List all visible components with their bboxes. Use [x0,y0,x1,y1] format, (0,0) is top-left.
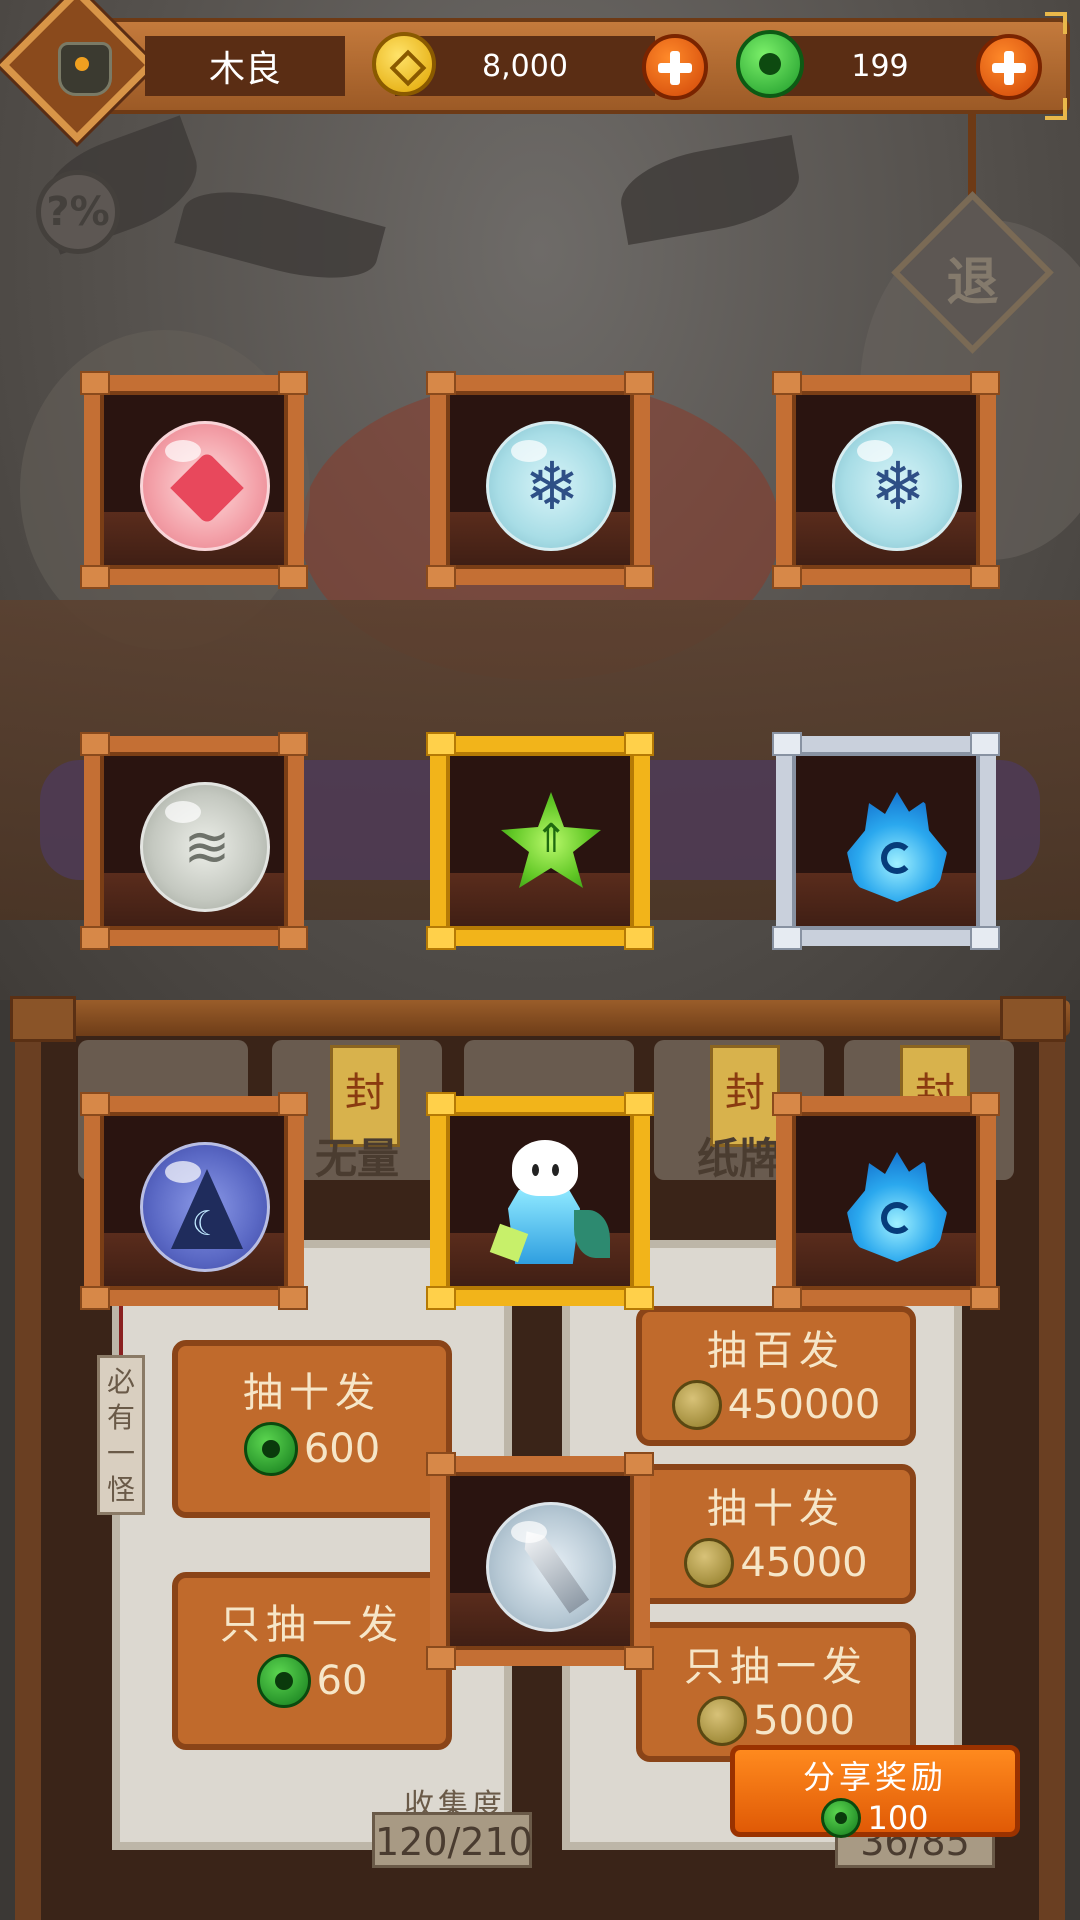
draw-title: 抽十发 [243,1370,381,1416]
draw-price: 60 [178,1654,446,1708]
gold-draw-ten-button[interactable]: 抽十发 45000 [636,1464,916,1604]
reward-card[interactable]: ❄ [772,371,1000,589]
draw-title: 抽十发 [707,1486,845,1532]
jade-coin-icon [736,30,804,98]
gold-coin-icon [372,32,436,96]
reward-card[interactable] [426,1092,654,1310]
draw-title: 抽百发 [707,1328,845,1374]
price-value: 600 [303,1426,381,1472]
share-price-value: 100 [867,1799,929,1837]
add-gold-button[interactable] [642,34,708,100]
share-title: 分享奖励 [802,1758,947,1796]
help-rates-button[interactable]: ?% [36,170,120,254]
share-reward-button[interactable]: 分享奖励 100 [730,1745,1020,1838]
collection-progress-left: 120/210 [372,1812,533,1868]
moon-orb-icon: ☾ [140,1142,270,1272]
gold-coin-icon [671,1380,722,1430]
exit-label[interactable]: 退 [915,240,1030,315]
corner-decoration [1045,98,1067,120]
corner-decoration [1045,12,1067,34]
snowflake-orb-icon: ❄ [832,421,962,551]
price-value: 5000 [753,1698,855,1744]
sword-orb-icon [486,1502,616,1632]
draw-price: 5000 [642,1696,910,1746]
green-star-gem-icon [501,792,601,888]
tag-string [119,1305,123,1360]
heart-orb-icon [140,421,270,551]
reward-card[interactable] [772,732,1000,950]
draw-title: 只抽一发 [220,1602,404,1648]
jade-draw-one-button[interactable]: 只抽一发 60 [172,1572,452,1750]
avatar-icon[interactable] [58,42,112,96]
gold-draw-one-button[interactable]: 只抽一发 5000 [636,1622,916,1762]
reward-card[interactable] [426,1452,654,1670]
draw-price: 450000 [642,1380,910,1430]
reward-card[interactable] [772,1092,1000,1310]
gold-coin-icon [697,1696,748,1746]
price-value: 60 [316,1658,368,1704]
draw-price: 45000 [642,1538,910,1588]
guarantee-tag: 必有一怪 [97,1355,145,1515]
cabinet-top-beam [10,1000,1070,1036]
blue-flame-icon [847,792,947,902]
price-value: 45000 [740,1540,868,1586]
leaf-decoration [174,175,386,295]
gold-coin-icon [684,1538,735,1588]
gold-draw-hundred-button[interactable]: 抽百发 450000 [636,1306,916,1446]
leaf-decoration [614,134,806,246]
share-price: 100 [735,1798,1015,1838]
reward-card[interactable]: ☾ [80,1092,308,1310]
reward-card[interactable]: ≋ [80,732,308,950]
draw-title: 只抽一发 [684,1644,868,1690]
price-value: 450000 [727,1382,881,1428]
jade-coin-icon [256,1654,311,1708]
draw-price: 600 [178,1422,446,1476]
player-name: 木良 [145,36,345,96]
jade-draw-ten-button[interactable]: 抽十发 600 [172,1340,452,1518]
add-jade-button[interactable] [976,34,1042,100]
ice-spirit-character-icon [489,1140,612,1280]
tornado-orb-icon: ≋ [140,782,270,912]
jade-coin-icon [243,1422,298,1476]
reward-card[interactable] [426,732,654,950]
reward-card[interactable] [80,371,308,589]
cabinet-corner [1000,996,1066,1042]
reward-card[interactable]: ❄ [426,371,654,589]
cabinet-corner [10,996,76,1042]
jade-coin-icon [821,1798,862,1838]
snowflake-orb-icon: ❄ [486,421,616,551]
blue-flame-icon [847,1152,947,1262]
